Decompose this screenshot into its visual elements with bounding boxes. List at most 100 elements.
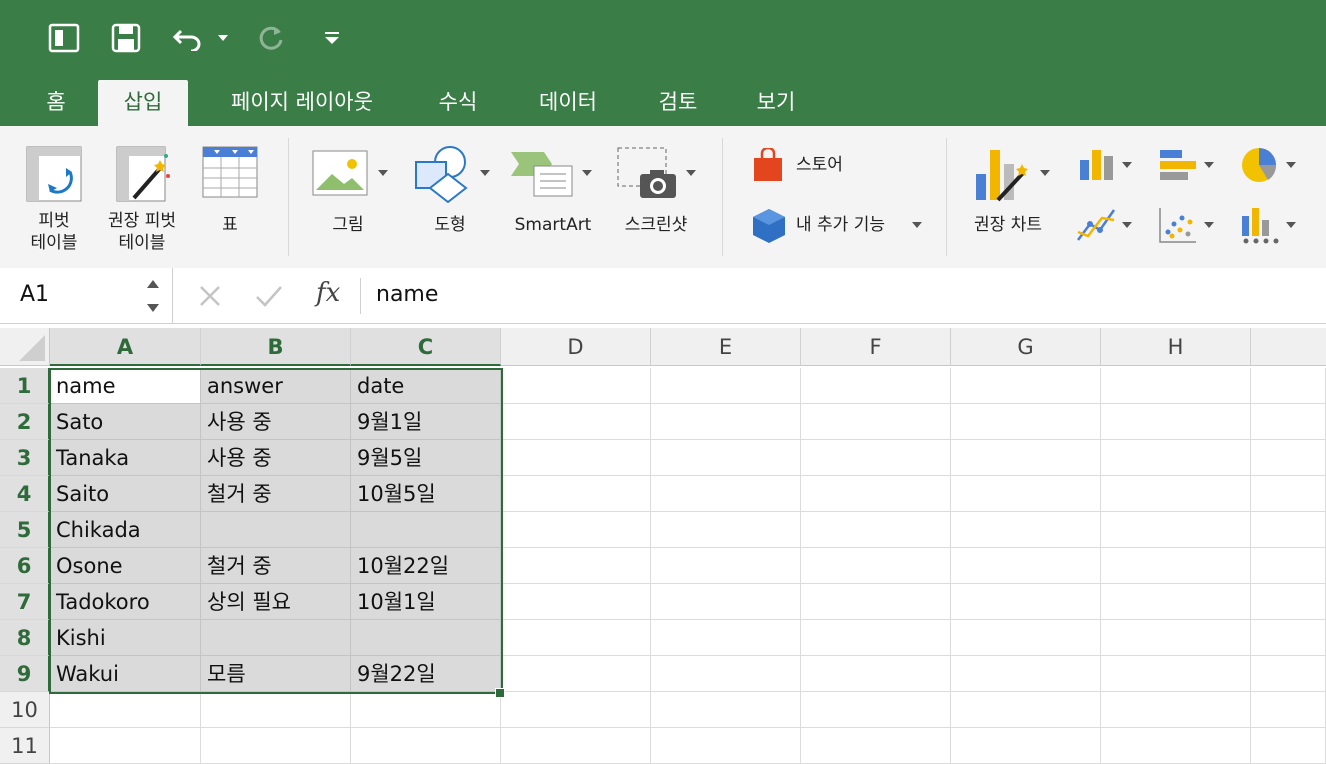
tab-view[interactable]: 보기 (736, 80, 816, 126)
cell-b4[interactable]: 철거 중 (201, 476, 351, 512)
column-header-g[interactable]: G (951, 328, 1101, 366)
column-header-i[interactable] (1251, 328, 1326, 366)
cell-e6[interactable] (651, 548, 801, 584)
cell-f10[interactable] (801, 692, 951, 728)
cell-h4[interactable] (1101, 476, 1251, 512)
cell-a1[interactable]: name (50, 368, 201, 404)
row-header-10[interactable]: 10 (0, 692, 50, 728)
save-icon[interactable] (106, 18, 146, 58)
cell-b1[interactable]: answer (201, 368, 351, 404)
cell-d10[interactable] (501, 692, 651, 728)
cell-a8[interactable]: Kishi (50, 620, 201, 656)
cell-a9[interactable]: Wakui (50, 656, 201, 692)
cell-g4[interactable] (951, 476, 1101, 512)
cell-b10[interactable] (201, 692, 351, 728)
cell-g11[interactable] (951, 728, 1101, 764)
cell-i5[interactable] (1251, 512, 1326, 548)
cell-b8[interactable] (201, 620, 351, 656)
tab-review[interactable]: 검토 (638, 80, 718, 126)
cell-i10[interactable] (1251, 692, 1326, 728)
cell-h11[interactable] (1101, 728, 1251, 764)
cell-g7[interactable] (951, 584, 1101, 620)
cell-d9[interactable] (501, 656, 651, 692)
cell-a7[interactable]: Tadokoro (50, 584, 201, 620)
shapes-dropdown-icon[interactable] (480, 170, 490, 176)
tab-home[interactable]: 홈 (28, 80, 84, 126)
tab-data[interactable]: 데이터 (518, 80, 618, 126)
column-header-d[interactable]: D (501, 328, 651, 366)
line-chart-dropdown-icon[interactable] (1122, 222, 1132, 228)
cell-f6[interactable] (801, 548, 951, 584)
column-header-c[interactable]: C (351, 328, 501, 366)
cell-d4[interactable] (501, 476, 651, 512)
column-header-a[interactable]: A (50, 328, 201, 366)
cell-c11[interactable] (351, 728, 501, 764)
cell-c1[interactable]: date (351, 368, 501, 404)
tab-insert[interactable]: 삽입 (98, 80, 188, 126)
screenshot-dropdown-icon[interactable] (686, 170, 696, 176)
formula-input[interactable]: name (376, 282, 438, 307)
cell-f8[interactable] (801, 620, 951, 656)
cell-b2[interactable]: 사용 중 (201, 404, 351, 440)
smartart-dropdown-icon[interactable] (582, 170, 592, 176)
cell-g10[interactable] (951, 692, 1101, 728)
row-header-3[interactable]: 3 (0, 440, 50, 476)
cell-h1[interactable] (1101, 368, 1251, 404)
cell-e8[interactable] (651, 620, 801, 656)
row-header-6[interactable]: 6 (0, 548, 50, 584)
cell-b5[interactable] (201, 512, 351, 548)
cell-c5[interactable] (351, 512, 501, 548)
cell-a5[interactable]: Chikada (50, 512, 201, 548)
redo-icon[interactable] (252, 18, 292, 58)
cell-e7[interactable] (651, 584, 801, 620)
cell-g5[interactable] (951, 512, 1101, 548)
cell-b9[interactable]: 모름 (201, 656, 351, 692)
cell-h7[interactable] (1101, 584, 1251, 620)
cell-c6[interactable]: 10월22일 (351, 548, 501, 584)
cell-d7[interactable] (501, 584, 651, 620)
function-icon[interactable]: fx (316, 278, 340, 308)
row-header-1[interactable]: 1 (0, 368, 50, 404)
my-addins-dropdown-icon[interactable] (912, 222, 922, 228)
cell-a11[interactable] (50, 728, 201, 764)
cell-d8[interactable] (501, 620, 651, 656)
cell-a10[interactable] (50, 692, 201, 728)
cell-i11[interactable] (1251, 728, 1326, 764)
scatter-chart-dropdown-icon[interactable] (1204, 222, 1214, 228)
cell-g8[interactable] (951, 620, 1101, 656)
name-box[interactable]: A1 (0, 268, 173, 323)
cell-f3[interactable] (801, 440, 951, 476)
cell-i6[interactable] (1251, 548, 1326, 584)
cell-e9[interactable] (651, 656, 801, 692)
cell-i3[interactable] (1251, 440, 1326, 476)
tab-page-layout[interactable]: 페이지 레이아웃 (206, 80, 398, 126)
cell-i2[interactable] (1251, 404, 1326, 440)
row-header-4[interactable]: 4 (0, 476, 50, 512)
column-header-e[interactable]: E (651, 328, 801, 366)
pie-chart-dropdown-icon[interactable] (1286, 162, 1296, 168)
cell-h2[interactable] (1101, 404, 1251, 440)
cell-b7[interactable]: 상의 필요 (201, 584, 351, 620)
row-header-5[interactable]: 5 (0, 512, 50, 548)
cell-a6[interactable]: Osone (50, 548, 201, 584)
cancel-icon[interactable] (198, 284, 222, 308)
cell-f5[interactable] (801, 512, 951, 548)
enter-icon[interactable] (254, 284, 284, 308)
cell-f2[interactable] (801, 404, 951, 440)
cell-g3[interactable] (951, 440, 1101, 476)
cell-e2[interactable] (651, 404, 801, 440)
row-header-9[interactable]: 9 (0, 656, 50, 692)
column-header-b[interactable]: B (201, 328, 351, 366)
cell-a4[interactable]: Saito (50, 476, 201, 512)
undo-icon[interactable] (168, 18, 208, 58)
cell-g6[interactable] (951, 548, 1101, 584)
customize-icon[interactable] (316, 18, 348, 58)
sidebar-icon[interactable] (44, 18, 84, 58)
cell-f1[interactable] (801, 368, 951, 404)
select-all-corner[interactable] (0, 328, 50, 366)
cell-h3[interactable] (1101, 440, 1251, 476)
cell-i4[interactable] (1251, 476, 1326, 512)
fill-handle[interactable] (495, 688, 505, 698)
cell-h5[interactable] (1101, 512, 1251, 548)
column-chart-dropdown-icon[interactable] (1122, 162, 1132, 168)
